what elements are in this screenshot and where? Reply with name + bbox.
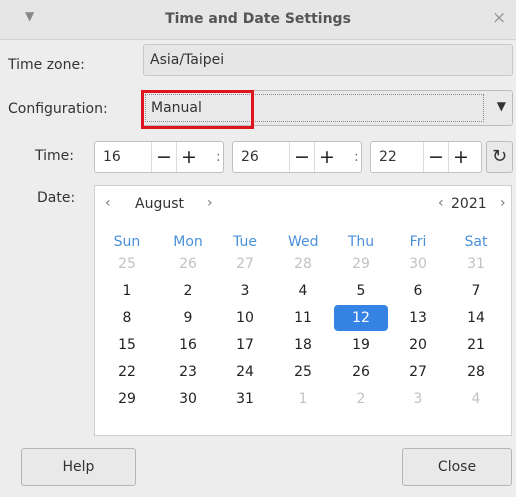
weekday-header: Mon xyxy=(173,234,203,250)
calendar-day[interactable]: 30 xyxy=(403,256,433,272)
calendar-day[interactable]: 4 xyxy=(461,391,491,407)
calendar-day[interactable]: 7 xyxy=(461,283,491,299)
weekday-header: Sat xyxy=(464,234,488,250)
calendar-day[interactable]: 11 xyxy=(288,310,318,326)
calendar-day[interactable]: 6 xyxy=(403,283,433,299)
calendar-day[interactable]: 26 xyxy=(173,256,203,272)
calendar-day[interactable]: 24 xyxy=(230,364,260,380)
calendar-day[interactable]: 1 xyxy=(288,391,318,407)
calendar-day[interactable]: 27 xyxy=(403,364,433,380)
minute-increment-button[interactable]: + xyxy=(314,142,339,172)
calendar-day[interactable]: 27 xyxy=(230,256,260,272)
calendar-day[interactable]: 26 xyxy=(346,364,376,380)
calendar-day[interactable]: 18 xyxy=(288,337,318,353)
calendar-day[interactable]: 9 xyxy=(173,310,203,326)
timezone-value: Asia/Taipei xyxy=(150,52,225,68)
calendar-day[interactable]: 3 xyxy=(403,391,433,407)
help-button[interactable]: Help xyxy=(21,448,136,486)
hour-increment-button[interactable]: + xyxy=(176,142,201,172)
calendar-day[interactable]: 10 xyxy=(230,310,260,326)
calendar-day[interactable]: 8 xyxy=(112,310,142,326)
next-year-icon[interactable]: › xyxy=(500,195,506,211)
next-month-icon[interactable]: › xyxy=(207,195,213,211)
calendar-day[interactable]: 30 xyxy=(173,391,203,407)
prev-year-icon[interactable]: ‹ xyxy=(438,195,444,211)
second-decrement-button[interactable]: − xyxy=(423,142,448,172)
hour-decrement-button[interactable]: − xyxy=(151,142,176,172)
calendar-day[interactable]: 20 xyxy=(403,337,433,353)
calendar-day[interactable]: 25 xyxy=(112,256,142,272)
window-title: Time and Date Settings xyxy=(165,11,351,27)
calendar-day[interactable]: 2 xyxy=(346,391,376,407)
minute-value: 26 xyxy=(241,149,259,165)
prev-month-icon[interactable]: ‹ xyxy=(105,195,111,211)
weekday-header: Sun xyxy=(113,234,141,250)
calendar-day[interactable]: 3 xyxy=(230,283,260,299)
calendar: ‹ August › ‹ 2021 › Sun Mon Tue Wed Thu Fri Sa… xyxy=(94,185,512,436)
calendar-day[interactable]: 22 xyxy=(112,364,142,380)
second-value: 22 xyxy=(379,149,397,165)
refresh-icon[interactable]: ↻ xyxy=(486,141,513,173)
calendar-day[interactable]: 16 xyxy=(173,337,203,353)
configuration-highlight-box xyxy=(141,90,254,129)
date-label: Date: xyxy=(37,190,76,206)
calendar-day[interactable]: 28 xyxy=(288,256,318,272)
calendar-day[interactable]: 17 xyxy=(230,337,260,353)
close-icon[interactable]: × xyxy=(492,8,506,28)
second-increment-button[interactable]: + xyxy=(448,142,473,172)
weekday-header: Tue xyxy=(233,234,257,250)
calendar-day[interactable]: 31 xyxy=(461,256,491,272)
calendar-day[interactable]: 28 xyxy=(461,364,491,380)
calendar-day[interactable]: 25 xyxy=(288,364,318,380)
weekday-header: Wed xyxy=(288,234,319,250)
weekday-header: Fri xyxy=(409,234,427,250)
hour-stepper[interactable]: 16 − + xyxy=(94,141,224,173)
time-separator: : xyxy=(354,149,359,165)
calendar-day[interactable]: 5 xyxy=(346,283,376,299)
calendar-day[interactable]: 1 xyxy=(112,283,142,299)
calendar-day[interactable]: 21 xyxy=(461,337,491,353)
calendar-day[interactable]: 23 xyxy=(173,364,203,380)
timezone-label: Time zone: xyxy=(8,57,85,73)
timezone-field[interactable]: Asia/Taipei xyxy=(143,44,513,76)
configuration-label: Configuration: xyxy=(8,101,108,117)
calendar-day[interactable]: 15 xyxy=(112,337,142,353)
second-stepper[interactable]: 22 − + xyxy=(370,141,482,173)
time-separator: : xyxy=(216,149,221,165)
calendar-day[interactable]: 4 xyxy=(288,283,318,299)
weekday-header: Thu xyxy=(347,234,375,250)
chevron-down-icon: ▼ xyxy=(496,99,506,113)
calendar-day[interactable]: 13 xyxy=(403,310,433,326)
calendar-day[interactable]: 31 xyxy=(230,391,260,407)
calendar-day-selected[interactable]: 12 xyxy=(334,305,388,331)
calendar-year: 2021 xyxy=(451,196,487,212)
hour-value: 16 xyxy=(103,149,121,165)
minute-decrement-button[interactable]: − xyxy=(289,142,314,172)
calendar-day[interactable]: 14 xyxy=(461,310,491,326)
calendar-day[interactable]: 19 xyxy=(346,337,376,353)
close-button[interactable]: Close xyxy=(402,448,512,486)
time-label: Time: xyxy=(35,148,74,164)
calendar-month: August xyxy=(135,196,184,212)
calendar-day[interactable]: 2 xyxy=(173,283,203,299)
calendar-day[interactable]: 29 xyxy=(112,391,142,407)
calendar-day[interactable]: 29 xyxy=(346,256,376,272)
minute-stepper[interactable]: 26 − + xyxy=(232,141,362,173)
